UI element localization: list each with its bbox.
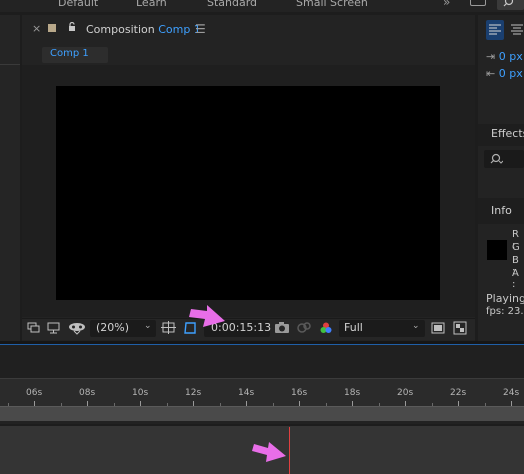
info-channel-a: A : bbox=[512, 268, 519, 290]
annotation-arrow-icon bbox=[189, 305, 225, 327]
tick-label: 16s bbox=[291, 388, 308, 398]
workspace-tab-default[interactable]: Default bbox=[58, 0, 98, 9]
effects-panel-title[interactable]: Effects bbox=[491, 127, 524, 140]
indent-before-value[interactable]: 0 px bbox=[499, 50, 523, 63]
resolution-value: Full bbox=[344, 321, 363, 334]
annotation-arrow-icon bbox=[252, 442, 286, 462]
info-playback-status: Playing bbox=[486, 292, 524, 305]
composition-color-swatch bbox=[48, 24, 56, 32]
workspace-tab-small-screen[interactable]: Small Screen bbox=[296, 0, 368, 9]
composition-canvas[interactable] bbox=[56, 86, 440, 300]
search-help-button[interactable] bbox=[497, 0, 524, 10]
chevron-down-icon: ⌄ bbox=[144, 321, 152, 331]
tick-label: 24s bbox=[503, 388, 520, 398]
tick-label: 08s bbox=[79, 388, 96, 398]
tick-label: 06s bbox=[26, 388, 43, 398]
align-center-icon[interactable] bbox=[508, 20, 524, 40]
show-snapshot-icon[interactable] bbox=[296, 321, 312, 335]
indent-after-value[interactable]: 0 px bbox=[499, 67, 523, 80]
work-area-divider bbox=[0, 421, 524, 424]
tick-label: 20s bbox=[397, 388, 414, 398]
tick-label: 18s bbox=[344, 388, 361, 398]
search-icon bbox=[490, 153, 503, 164]
indent-after-row: ⇤ 0 px bbox=[486, 67, 523, 80]
workspace-tab-learn[interactable]: Learn bbox=[136, 0, 167, 9]
divider bbox=[0, 64, 20, 65]
region-of-interest-icon[interactable] bbox=[431, 322, 445, 334]
composition-title-prefix: Composition bbox=[86, 23, 155, 36]
indent-before-icon: ⇥ bbox=[486, 50, 496, 63]
always-preview-icon[interactable] bbox=[27, 322, 41, 334]
panel-menu-icon[interactable]: ☰ bbox=[195, 22, 206, 36]
info-fps: fps: 23.9 bbox=[486, 306, 524, 317]
toggle-transparency-icon[interactable] bbox=[453, 321, 467, 335]
close-panel-button[interactable]: × bbox=[32, 22, 41, 35]
composition-panel-title: Composition Comp 1 bbox=[86, 23, 201, 36]
timeline-header bbox=[0, 345, 524, 378]
grid-guides-icon[interactable] bbox=[161, 321, 177, 335]
comp-viewer-tab-label: Comp 1 bbox=[50, 48, 89, 59]
workspace-bar: Default Learn Standard Small Screen » bbox=[0, 0, 524, 12]
tick-label: 14s bbox=[238, 388, 255, 398]
info-panel-title[interactable]: Info bbox=[491, 204, 512, 217]
color-channels-icon[interactable] bbox=[319, 321, 333, 335]
tick-label: 10s bbox=[132, 388, 149, 398]
double-chevron-right-icon[interactable]: » bbox=[443, 0, 450, 9]
workspace-tab-standard[interactable]: Standard bbox=[207, 0, 257, 9]
tick-label: 12s bbox=[185, 388, 202, 398]
workspace-panel-icon[interactable] bbox=[470, 0, 486, 6]
align-left-icon bbox=[489, 24, 501, 35]
camera-snapshot-icon[interactable] bbox=[274, 321, 290, 335]
lock-icon[interactable] bbox=[68, 22, 76, 32]
tick-label: 22s bbox=[450, 388, 467, 398]
info-color-swatch bbox=[487, 240, 507, 260]
playhead-line[interactable] bbox=[289, 427, 290, 474]
search-icon bbox=[503, 0, 514, 7]
indent-after-icon: ⇤ bbox=[486, 67, 496, 80]
monitor-icon[interactable] bbox=[47, 322, 61, 334]
magnification-value: (20%) bbox=[96, 321, 130, 334]
mask-visibility-icon[interactable] bbox=[67, 321, 87, 335]
work-area-bar[interactable] bbox=[0, 406, 524, 421]
chevron-down-icon: ⌄ bbox=[412, 321, 420, 331]
align-left-button[interactable] bbox=[486, 20, 504, 40]
indent-before-row: ⇥ 0 px bbox=[486, 50, 523, 63]
